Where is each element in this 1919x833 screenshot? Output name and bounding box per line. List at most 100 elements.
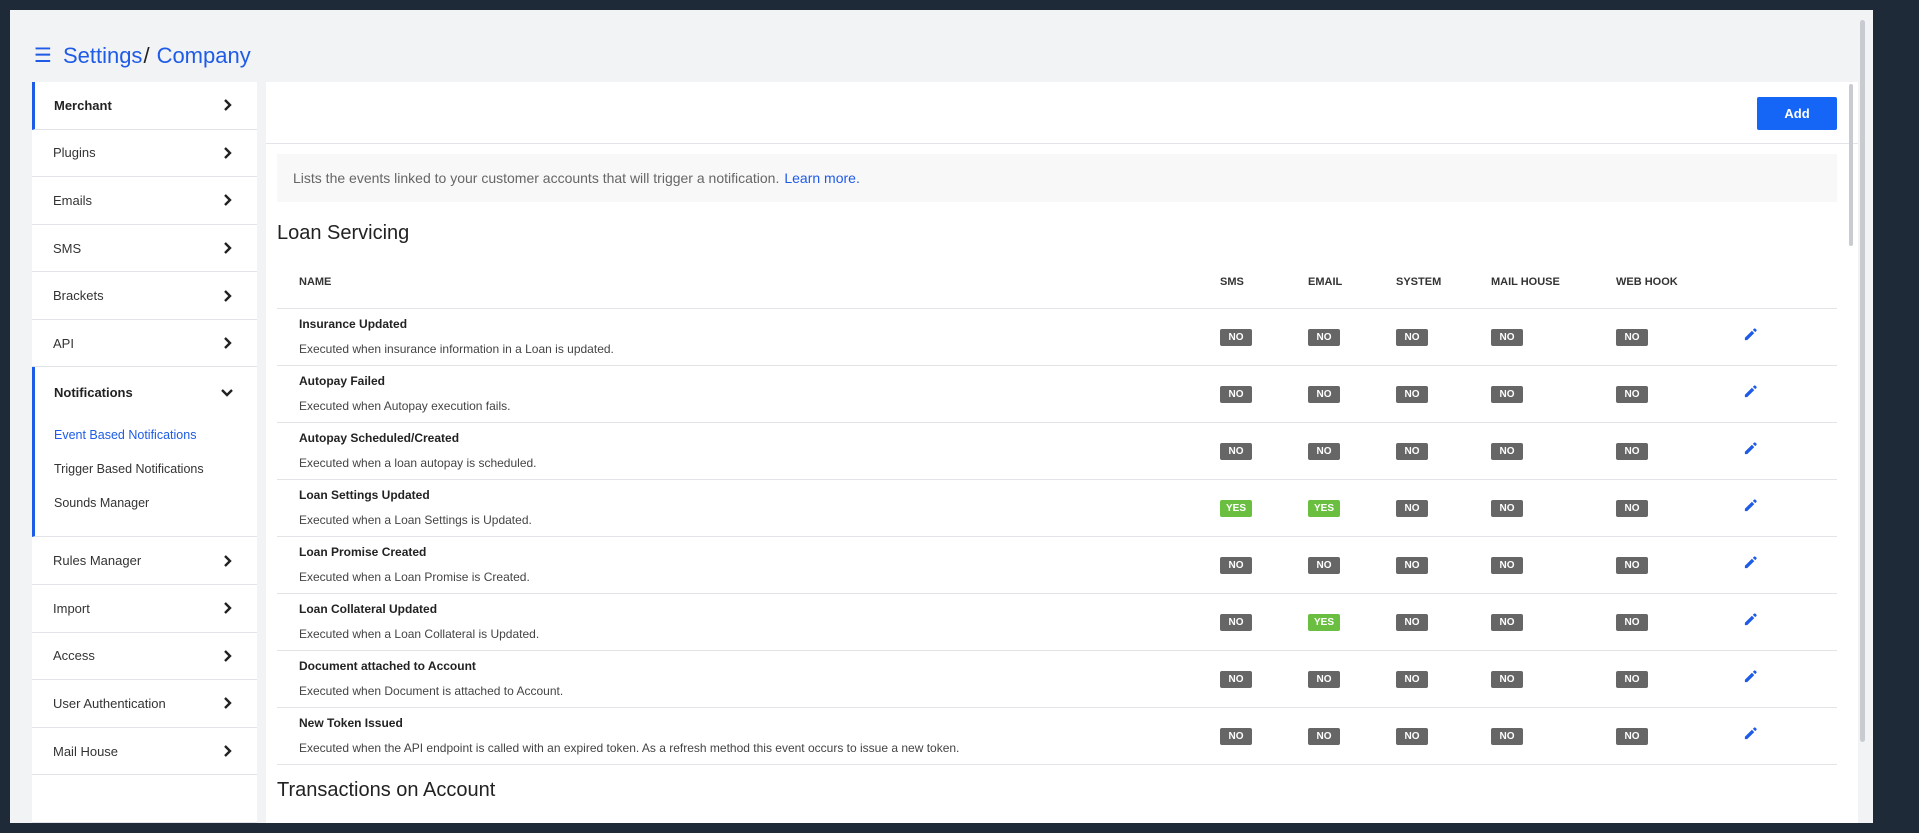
table-row: Loan Promise Created Executed when a Loan…	[277, 536, 1837, 594]
edit-icon[interactable]	[1743, 327, 1758, 342]
status-badge: NO	[1308, 386, 1340, 403]
event-cell: Loan Collateral Updated Executed when a L…	[277, 593, 1220, 651]
sidebar-item-rules-manager[interactable]: Rules Manager	[32, 537, 257, 586]
table-row: Loan Settings Updated Executed when a Loa…	[277, 479, 1837, 537]
channel-cell-system: NO	[1396, 479, 1491, 537]
status-badge: NO	[1220, 329, 1252, 346]
edit-icon[interactable]	[1743, 498, 1758, 513]
sidebar-subitem-trigger-based[interactable]: Trigger Based Notifications	[35, 452, 257, 486]
status-badge: YES	[1308, 500, 1340, 517]
channel-cell-mail-house: NO	[1491, 650, 1616, 708]
edit-icon[interactable]	[1743, 555, 1758, 570]
channel-cell-mail-house: NO	[1491, 479, 1616, 537]
sidebar-item-mail-house[interactable]: Mail House	[32, 727, 257, 776]
chevron-right-icon	[224, 242, 232, 254]
menu-icon[interactable]: ☰	[34, 46, 52, 66]
breadcrumb-settings[interactable]: Settings	[63, 43, 143, 69]
status-badge: NO	[1308, 443, 1340, 460]
sidebar-item-label: Plugins	[53, 145, 96, 161]
event-name: Insurance Updated	[299, 317, 408, 331]
sidebar-item-import[interactable]: Import	[32, 585, 257, 633]
channel-cell-sms: YES	[1220, 479, 1308, 537]
status-badge: NO	[1396, 557, 1428, 574]
status-badge: NO	[1491, 329, 1523, 346]
channel-cell-sms: NO	[1220, 593, 1308, 651]
column-header-sms: SMS	[1220, 256, 1308, 309]
event-cell: Loan Promise Created Executed when a Loan…	[277, 536, 1220, 594]
channel-cell-email: YES	[1308, 479, 1396, 537]
event-cell: Autopay Scheduled/Created Executed when a…	[277, 422, 1220, 480]
event-description: Executed when a Loan Collateral is Updat…	[299, 627, 540, 641]
channel-cell-email: NO	[1308, 365, 1396, 423]
channel-cell-mail-house: NO	[1491, 308, 1616, 366]
status-badge: NO	[1396, 500, 1428, 517]
channel-cell-web-hook: NO	[1616, 593, 1743, 651]
sidebar-item-plugins[interactable]: Plugins	[32, 129, 257, 178]
chevron-right-icon	[224, 337, 232, 350]
status-badge: NO	[1396, 614, 1428, 631]
event-name: New Token Issued	[299, 716, 403, 730]
sidebar-item-label: Access	[53, 648, 95, 664]
actions-cell	[1743, 422, 1837, 480]
sidebar-item-emails[interactable]: Emails	[32, 177, 257, 225]
status-badge: NO	[1491, 614, 1523, 631]
sidebar-item-api[interactable]: API	[32, 319, 257, 368]
table-row: New Token Issued Executed when the API en…	[277, 707, 1837, 765]
panel-scrollbar[interactable]	[1849, 84, 1853, 246]
edit-icon[interactable]	[1743, 441, 1758, 456]
channel-cell-web-hook: NO	[1616, 308, 1743, 366]
edit-icon[interactable]	[1743, 612, 1758, 627]
column-header-system: SYSTEM	[1396, 256, 1491, 309]
event-description: Executed when Document is attached to Ac…	[299, 684, 564, 698]
sidebar-item-notifications[interactable]: Notifications	[35, 367, 257, 419]
event-name: Loan Collateral Updated	[299, 602, 438, 616]
channel-cell-sms: NO	[1220, 308, 1308, 366]
breadcrumb-company[interactable]: Company	[157, 43, 251, 69]
sidebar-item-access[interactable]: Access	[32, 632, 257, 681]
channel-cell-system: NO	[1396, 365, 1491, 423]
table-row: Autopay Scheduled/Created Executed when a…	[277, 422, 1837, 480]
chevron-right-icon	[224, 147, 232, 159]
sidebar-item-user-authentication[interactable]: User Authentication	[32, 680, 257, 728]
sidebar-item-sms[interactable]: SMS	[32, 224, 257, 273]
channel-cell-web-hook: NO	[1616, 365, 1743, 423]
status-badge: NO	[1616, 557, 1648, 574]
sidebar-item-brackets[interactable]: Brackets	[32, 272, 257, 320]
channel-cell-email: YES	[1308, 593, 1396, 651]
actions-cell	[1743, 365, 1837, 423]
status-badge: NO	[1396, 386, 1428, 403]
table-row: Autopay Failed Executed when Autopay exec…	[277, 365, 1837, 423]
event-name: Document attached to Account	[299, 659, 476, 673]
status-badge: NO	[1491, 500, 1523, 517]
sidebar-item-merchant[interactable]: Merchant	[32, 82, 257, 130]
learn-more-link[interactable]: Learn more.	[784, 170, 859, 186]
add-button[interactable]: Add	[1757, 97, 1837, 130]
sidebar-subitem-event-based[interactable]: Event Based Notifications	[35, 418, 257, 452]
channel-cell-sms: NO	[1220, 707, 1308, 765]
status-badge: NO	[1616, 728, 1648, 745]
status-badge: NO	[1308, 728, 1340, 745]
channel-cell-system: NO	[1396, 308, 1491, 366]
chevron-right-icon	[224, 697, 232, 710]
main-panel: Add Lists the events linked to your cust…	[266, 82, 1858, 823]
channel-cell-web-hook: NO	[1616, 536, 1743, 594]
info-text: Lists the events linked to your customer…	[293, 170, 780, 186]
page-scrollbar[interactable]	[1860, 20, 1865, 742]
sidebar-subitem-sounds-manager[interactable]: Sounds Manager	[35, 486, 257, 520]
edit-icon[interactable]	[1743, 669, 1758, 684]
sidebar-item-label: SMS	[53, 240, 82, 256]
channel-cell-email: NO	[1308, 536, 1396, 594]
channel-cell-email: NO	[1308, 422, 1396, 480]
status-badge: NO	[1616, 329, 1648, 346]
channel-cell-web-hook: NO	[1616, 650, 1743, 708]
channel-cell-system: NO	[1396, 707, 1491, 765]
channel-cell-sms: NO	[1220, 365, 1308, 423]
sidebar-item-more[interactable]	[32, 775, 257, 823]
event-description: Executed when insurance information in a…	[299, 342, 614, 356]
edit-icon[interactable]	[1743, 384, 1758, 399]
edit-icon[interactable]	[1743, 726, 1758, 741]
status-badge: NO	[1616, 500, 1648, 517]
info-banner: Lists the events linked to your customer…	[277, 154, 1837, 202]
chevron-right-icon	[224, 194, 232, 207]
event-name: Autopay Failed	[299, 374, 386, 388]
